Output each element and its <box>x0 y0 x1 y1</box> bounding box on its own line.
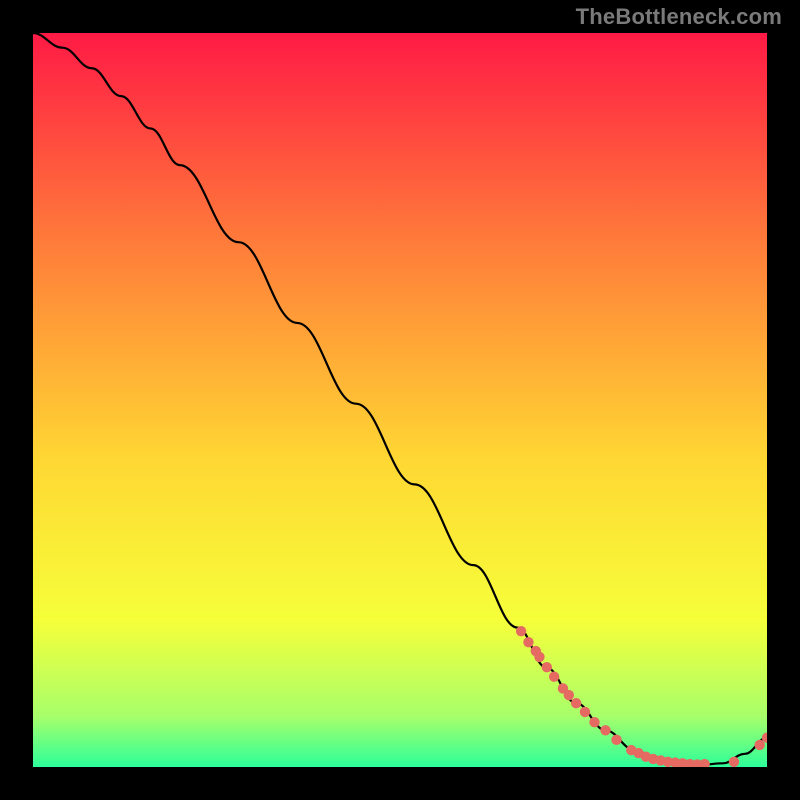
data-dot <box>571 698 581 708</box>
data-dot <box>549 672 559 682</box>
data-dot <box>516 626 526 636</box>
gradient-bg <box>33 33 767 767</box>
plot-area <box>33 33 767 767</box>
data-dot <box>611 735 621 745</box>
data-dot <box>754 740 764 750</box>
data-dot <box>580 707 590 717</box>
data-dot <box>729 757 739 767</box>
data-dot <box>523 637 533 647</box>
data-dot <box>564 690 574 700</box>
data-dot <box>589 717 599 727</box>
plot-svg <box>33 33 767 767</box>
chart-stage: TheBottleneck.com <box>0 0 800 800</box>
watermark-text: TheBottleneck.com <box>576 4 782 30</box>
data-dot <box>542 662 552 672</box>
data-dot <box>600 725 610 735</box>
data-dot <box>534 652 544 662</box>
